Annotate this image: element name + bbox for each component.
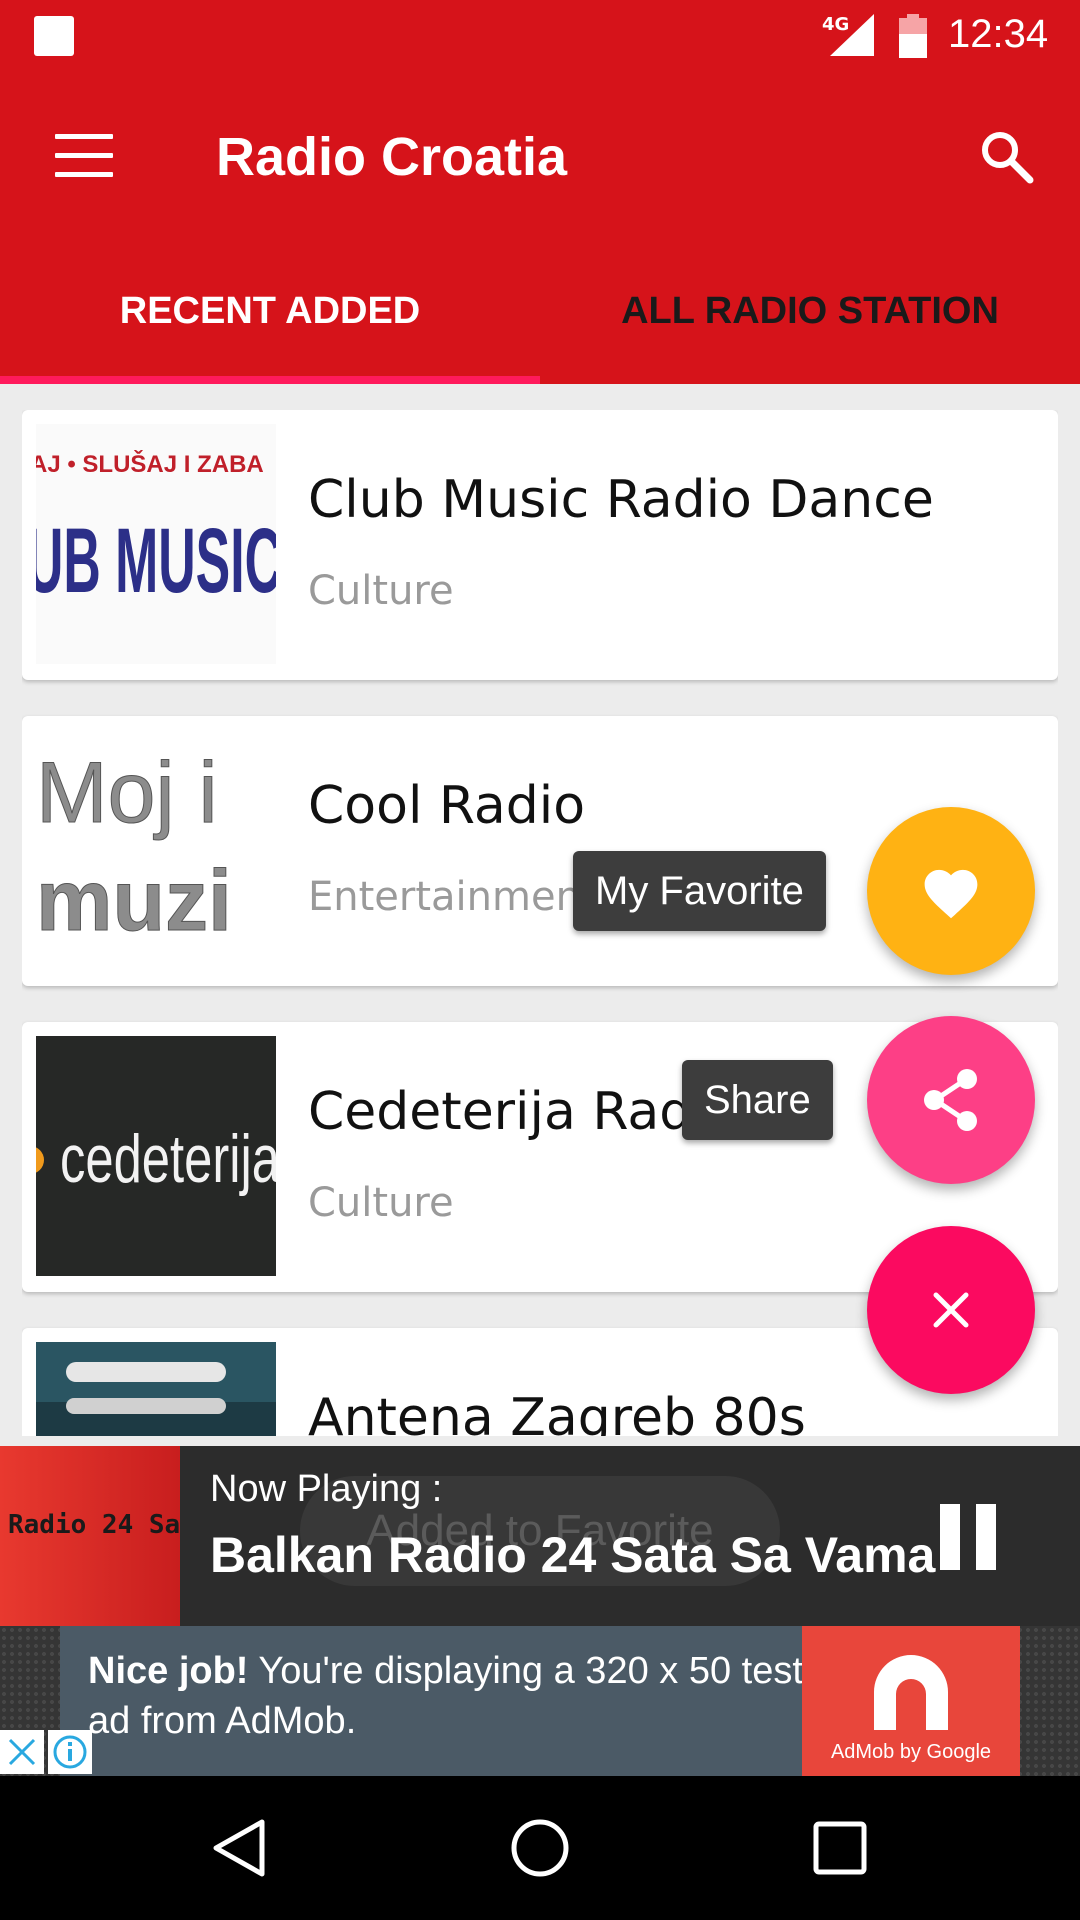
station-thumbnail: cedeterija — [36, 1036, 276, 1276]
station-category: Culture — [308, 568, 454, 614]
app-bar: Radio Croatia RECENT ADDED ALL RADIO STA… — [0, 74, 1080, 384]
tab-indicator — [0, 376, 540, 384]
app-title: Radio Croatia — [216, 127, 568, 187]
admob-logo: AdMob by Google — [802, 1626, 1020, 1776]
clock: 12:34 — [948, 12, 1049, 56]
ad-close-icon[interactable] — [0, 1730, 44, 1774]
tab-recent-added[interactable]: RECENT ADDED — [0, 284, 540, 384]
back-icon[interactable] — [208, 1816, 272, 1880]
share-icon — [924, 1069, 977, 1131]
pause-icon — [940, 1504, 960, 1570]
ad-banner[interactable]: Nice job! You're displaying a 320 x 50 t… — [0, 1626, 1080, 1776]
ad-content[interactable]: Nice job! You're displaying a 320 x 50 t… — [60, 1626, 1020, 1776]
station-thumbnail: Moj i muzi — [36, 730, 276, 970]
favorite-fab-label[interactable]: My Favorite — [573, 851, 826, 931]
station-card[interactable]: AJ • SLUŠAJ I ZABA UB MUSIC Club Music R… — [22, 410, 1058, 680]
pause-button[interactable] — [940, 1504, 996, 1570]
thumb-text-main: muzi — [36, 853, 232, 949]
battery-icon — [899, 14, 927, 58]
heart-icon — [924, 869, 978, 919]
station-name: Club Music Radio Dance — [308, 470, 934, 530]
station-thumbnail — [36, 1342, 276, 1436]
search-icon[interactable] — [978, 128, 1034, 184]
now-playing-thumbnail: Radio 24 Sata S — [0, 1446, 180, 1626]
now-playing-thumb-text: Radio 24 Sata S — [8, 1510, 180, 1540]
thumb-text-top: AJ • SLUŠAJ I ZABA — [36, 450, 264, 478]
network-type: 4G — [822, 14, 850, 35]
favorite-button[interactable] — [867, 807, 1035, 975]
now-playing-label: Now Playing : — [210, 1468, 443, 1510]
share-fab-label[interactable]: Share — [682, 1060, 833, 1140]
station-name: Cool Radio — [308, 776, 586, 836]
notification-icon — [34, 16, 74, 56]
thumb-text-main: cedeterija — [60, 1121, 276, 1197]
home-icon[interactable] — [508, 1816, 572, 1880]
station-category: Entertainment — [308, 874, 597, 920]
station-name: Antena Zagreb 80s — [308, 1388, 806, 1436]
now-playing-bar[interactable]: Radio 24 Sata S Added to Favorite Now Pl… — [0, 1446, 1080, 1626]
status-bar: 4G 12:34 — [0, 0, 1080, 74]
station-name: Cedeterija Radio — [308, 1082, 739, 1142]
ad-text: Nice job! You're displaying a 320 x 50 t… — [88, 1650, 803, 1742]
hamburger-menu-icon[interactable] — [55, 134, 113, 178]
station-thumbnail: AJ • SLUŠAJ I ZABA UB MUSIC — [36, 424, 276, 664]
station-category: Culture — [308, 1180, 454, 1226]
now-playing-station: Balkan Radio 24 Sata Sa Vama — [210, 1527, 936, 1583]
close-fab-button[interactable] — [867, 1226, 1035, 1394]
navigation-bar — [0, 1776, 1080, 1920]
recents-icon[interactable] — [808, 1816, 872, 1880]
thumb-text-main: UB MUSIC — [36, 510, 276, 612]
ad-info-icon[interactable] — [48, 1730, 92, 1774]
close-icon — [933, 1292, 969, 1328]
tab-all-radio-station[interactable]: ALL RADIO STATION — [540, 284, 1080, 384]
share-button[interactable] — [867, 1016, 1035, 1184]
thumb-text-top: Moj i — [36, 745, 218, 841]
